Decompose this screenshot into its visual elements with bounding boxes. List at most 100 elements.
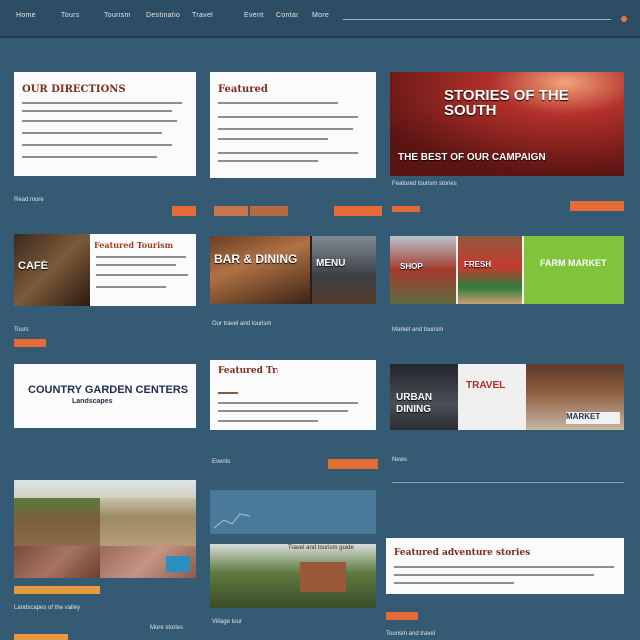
tag-button[interactable]	[250, 206, 288, 216]
text-line	[22, 102, 182, 104]
text-line	[218, 128, 353, 130]
thumbnail-label: CAFÉ	[18, 260, 48, 272]
card-caption: More stories	[150, 625, 184, 631]
route-map-image	[213, 513, 251, 529]
gallery-label: SHOP	[400, 262, 423, 271]
gallery-label: FARM MARKET	[540, 258, 607, 268]
card-caption: Tourism and travel	[386, 631, 436, 637]
text-line	[96, 274, 188, 276]
card-caption: Tours	[14, 327, 29, 333]
text-line	[22, 144, 172, 146]
landscape-image-ground	[14, 546, 100, 578]
gallery-label: TRAVEL	[466, 380, 506, 391]
gallery-image: TRAVEL	[458, 364, 526, 430]
text-line	[218, 138, 328, 140]
read-more-button[interactable]	[14, 339, 46, 347]
read-more-button[interactable]	[334, 206, 382, 216]
text-line	[218, 392, 238, 394]
read-more-button[interactable]	[386, 612, 418, 620]
nav-item-destinations[interactable]: Destinations	[146, 12, 180, 20]
text-line	[218, 116, 358, 118]
text-line	[22, 120, 177, 122]
nav-item-contact[interactable]: Contact	[276, 12, 298, 20]
gallery-image: FARM MARKET	[524, 236, 624, 304]
gallery-label: MENU	[316, 258, 346, 269]
text-line	[22, 110, 172, 112]
article-card-featured[interactable]: Featured	[210, 72, 376, 178]
article-card-adventure[interactable]: Featured adventure stories	[386, 538, 624, 594]
gallery-card[interactable]: BAR & DINING MENU	[210, 236, 376, 304]
brand-title: COUNTRY GARDEN CENTERS	[28, 384, 188, 396]
tag-button[interactable]	[392, 206, 420, 212]
text-line	[394, 566, 614, 568]
nav-item-tours[interactable]: Tours	[61, 12, 93, 20]
card-caption: Events	[212, 459, 231, 465]
section-divider	[392, 482, 624, 483]
card-caption: Read more	[14, 197, 44, 203]
read-more-button[interactable]	[570, 201, 624, 211]
nav-divider	[343, 19, 611, 20]
gallery-label: URBAN DINING	[396, 392, 433, 415]
card-title: OUR DIRECTIONS	[22, 84, 126, 95]
article-card-featured-travel[interactable]: Featured Travel	[210, 360, 376, 430]
tag-button[interactable]	[214, 206, 248, 216]
top-navigation-bar: Home Tours Tourism Destinations Travel E…	[0, 0, 640, 38]
text-line	[218, 160, 318, 162]
card-title: Featured	[218, 84, 268, 95]
brand-card-garden[interactable]: COUNTRY GARDEN CENTERS Landscapes	[14, 364, 196, 428]
gallery-image: MARKET	[526, 364, 624, 430]
nav-item-tourism[interactable]: Tourism	[104, 12, 134, 20]
village-photo	[210, 544, 376, 608]
read-more-button[interactable]	[172, 206, 196, 216]
nav-item-more[interactable]: More	[312, 12, 336, 20]
nav-item-events[interactable]: Events	[244, 12, 264, 20]
card-caption: Village tour	[212, 619, 242, 625]
card-title: Featured Tourism	[94, 240, 174, 250]
text-line	[22, 132, 162, 134]
card-title: Featured Travel	[218, 366, 278, 376]
gallery-card-travel[interactable]: URBAN DINING TRAVEL MARKET	[390, 364, 624, 430]
gallery-card-market[interactable]: SHOP FRESH FARM MARKET	[390, 236, 624, 304]
card-caption: News	[392, 457, 408, 463]
gallery-caption: Market and tourism	[392, 327, 444, 333]
hero-card-stories[interactable]: STORIES OF THE SOUTH THE BEST OF OUR CAM…	[390, 72, 624, 176]
nav-item-travel[interactable]: Travel	[192, 12, 230, 20]
gallery-label: FRESH	[464, 260, 492, 269]
text-line	[394, 582, 514, 584]
gallery-image: MENU	[312, 236, 376, 304]
read-more-button[interactable]	[328, 459, 378, 469]
nav-item-home[interactable]: Home	[16, 12, 54, 20]
text-line	[218, 410, 348, 412]
text-line	[218, 102, 338, 104]
sky-card[interactable]	[210, 490, 376, 534]
hero-subline: THE BEST OF OUR CAMPAIGN	[398, 152, 546, 163]
article-card-directions[interactable]: OUR DIRECTIONS	[14, 72, 196, 176]
tag-button[interactable]	[14, 634, 68, 640]
profile-dot-icon[interactable]	[621, 16, 627, 22]
brand-subtitle: Landscapes	[72, 398, 113, 405]
text-line	[96, 256, 186, 258]
gallery-image: SHOP	[390, 236, 456, 304]
read-more-button[interactable]	[14, 586, 100, 594]
text-line	[218, 152, 358, 154]
text-line	[96, 286, 166, 288]
photo-caption: Travel and tourism guide	[288, 545, 354, 551]
text-line	[218, 420, 318, 422]
gallery-image: FRESH	[458, 236, 522, 304]
landscape-image-field	[14, 498, 100, 546]
card-caption: Landscapes of the valley	[14, 605, 81, 611]
article-thumbnail-image: CAFÉ	[14, 234, 90, 306]
text-line	[218, 402, 358, 404]
photo-card-village[interactable]: Travel and tourism guide	[210, 544, 376, 608]
text-line	[394, 574, 594, 576]
landscape-card[interactable]	[14, 480, 196, 578]
hero-headline: STORIES OF THE SOUTH	[444, 88, 569, 119]
text-line	[22, 156, 157, 158]
hero-caption: Featured tourism stories	[392, 181, 457, 187]
article-card-tourism[interactable]: CAFÉ Featured Tourism	[14, 234, 196, 306]
card-title: Featured adventure stories	[394, 548, 531, 558]
building-image	[300, 562, 346, 592]
gallery-image: URBAN DINING	[390, 364, 458, 430]
gallery-label: BAR & DINING	[214, 252, 298, 266]
gallery-image: BAR & DINING	[210, 236, 310, 304]
